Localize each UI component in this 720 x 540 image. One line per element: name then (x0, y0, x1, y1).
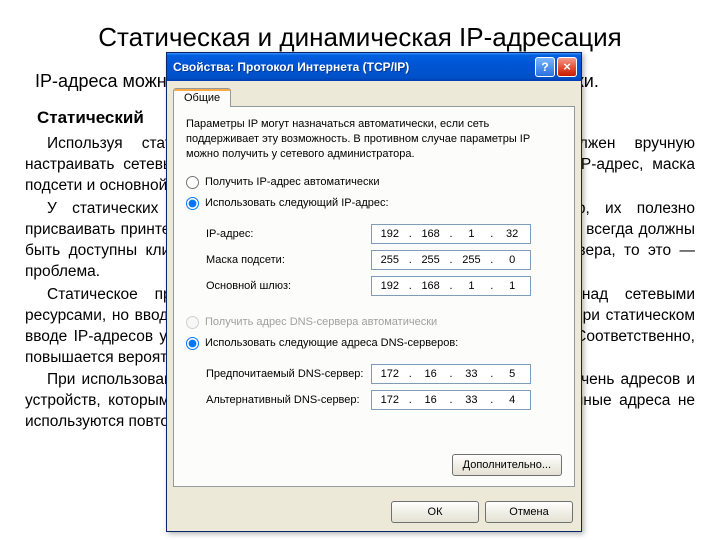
alternate-dns-input[interactable]: . . . (371, 390, 531, 410)
radio-input[interactable] (186, 337, 199, 350)
tab-general[interactable]: Общие (173, 88, 231, 107)
radio-obtain-dns-auto: Получить адрес DNS-сервера автоматически (186, 316, 562, 329)
ip-octet[interactable] (372, 228, 408, 240)
titlebar-text: Свойства: Протокол Интернета (TCP/IP) (173, 60, 535, 74)
ip-octet[interactable] (372, 368, 408, 380)
ip-octet[interactable] (413, 280, 449, 292)
titlebar[interactable]: Свойства: Протокол Интернета (TCP/IP) ? … (167, 53, 581, 81)
ip-octet[interactable] (413, 394, 449, 406)
ip-octet[interactable] (454, 228, 490, 240)
ip-octet[interactable] (413, 254, 449, 266)
preferred-dns-input[interactable]: . . . (371, 364, 531, 384)
ok-button[interactable]: ОК (391, 501, 479, 523)
ip-address-label: IP-адрес: (206, 228, 371, 240)
ip-address-input[interactable]: . . . (371, 224, 531, 244)
radio-input[interactable] (186, 176, 199, 189)
ip-octet[interactable] (494, 228, 530, 240)
default-gateway-input[interactable]: . . . (371, 276, 531, 296)
advanced-button[interactable]: Дополнительно... (452, 454, 562, 476)
ip-octet[interactable] (494, 368, 530, 380)
radio-use-following-ip[interactable]: Использовать следующий IP-адрес: (186, 197, 562, 210)
ip-octet[interactable] (372, 280, 408, 292)
ip-octet[interactable] (494, 394, 530, 406)
alternate-dns-label: Альтернативный DNS-сервер: (206, 394, 371, 406)
radio-label: Получить IP-адрес автоматически (205, 176, 379, 188)
close-button[interactable]: × (557, 57, 577, 77)
page-title: Статическая и динамическая IP-адресация (25, 20, 695, 55)
ip-octet[interactable] (454, 368, 490, 380)
radio-label: Получить адрес DNS-сервера автоматически (205, 316, 437, 328)
radio-input (186, 316, 199, 329)
ip-octet[interactable] (372, 254, 408, 266)
default-gateway-label: Основной шлюз: (206, 280, 371, 292)
ip-octet[interactable] (454, 280, 490, 292)
radio-label: Использовать следующие адреса DNS-сервер… (205, 337, 458, 349)
cancel-button[interactable]: Отмена (485, 501, 573, 523)
dialog-footer: ОК Отмена (167, 493, 581, 531)
ip-octet[interactable] (454, 394, 490, 406)
tab-strip: Общие (167, 81, 581, 106)
ip-octet[interactable] (413, 368, 449, 380)
tcpip-properties-dialog: Свойства: Протокол Интернета (TCP/IP) ? … (166, 52, 582, 532)
ip-octet[interactable] (454, 254, 490, 266)
description-text: Параметры IP могут назначаться автоматич… (186, 117, 562, 162)
preferred-dns-label: Предпочитаемый DNS-сервер: (206, 368, 371, 380)
radio-use-following-dns[interactable]: Использовать следующие адреса DNS-сервер… (186, 337, 562, 350)
radio-input[interactable] (186, 197, 199, 210)
subnet-mask-label: Маска подсети: (206, 254, 371, 266)
ip-octet[interactable] (413, 228, 449, 240)
radio-label: Использовать следующий IP-адрес: (205, 197, 389, 209)
help-button[interactable]: ? (535, 57, 555, 77)
ip-octet[interactable] (494, 254, 530, 266)
ip-octet[interactable] (494, 280, 530, 292)
tab-body: Параметры IP могут назначаться автоматич… (173, 106, 575, 487)
ip-octet[interactable] (372, 394, 408, 406)
radio-obtain-ip-auto[interactable]: Получить IP-адрес автоматически (186, 176, 562, 189)
subnet-mask-input[interactable]: . . . (371, 250, 531, 270)
